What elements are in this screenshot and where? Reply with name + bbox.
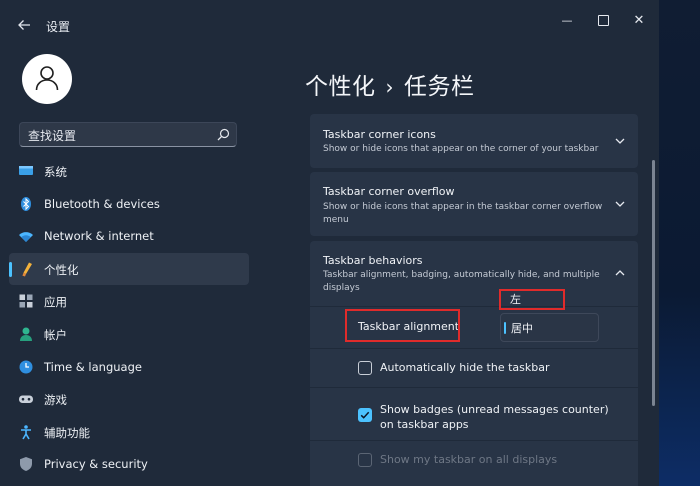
breadcrumb-separator: › — [385, 75, 394, 99]
shield-icon — [20, 457, 32, 472]
sidebar-item-network[interactable]: Network & internet — [9, 220, 249, 253]
card-description: Show or hide icons that appear in the ta… — [323, 202, 603, 225]
breadcrumb-current: 任务栏 — [404, 74, 475, 100]
taskbar-behaviors-card[interactable]: Taskbar behaviors Taskbar alignment, bad… — [310, 241, 638, 306]
minimize-icon: — — [561, 14, 573, 27]
sidebar-item-label: 辅助功能 — [44, 425, 90, 440]
chevron-up-icon — [615, 270, 625, 276]
taskbar-corner-overflow-card[interactable]: Taskbar corner overflow Show or hide ico… — [310, 172, 638, 236]
settings-window: 设置 — ✕ 系统 — [0, 0, 659, 486]
sidebar-item-label: Privacy & security — [44, 457, 148, 472]
card-title: Taskbar behaviors — [323, 254, 423, 267]
all-displays-row: Show my taskbar on all displays — [310, 441, 638, 486]
bluetooth-icon — [21, 196, 31, 211]
brush-icon — [22, 262, 32, 277]
sidebar-item-label: 应用 — [44, 295, 67, 310]
back-button[interactable] — [14, 14, 34, 34]
accessibility-icon — [21, 424, 31, 440]
show-badges-checkbox[interactable] — [358, 408, 372, 422]
sidebar-nav: 系统 Bluetooth & devices Network & interne… — [9, 155, 249, 481]
sidebar-item-time-language[interactable]: Time & language — [9, 351, 249, 384]
sidebar-item-privacy[interactable]: Privacy & security — [9, 448, 249, 481]
apps-icon — [19, 294, 33, 308]
gamepad-icon — [19, 395, 33, 404]
monitor-icon — [19, 166, 33, 175]
sidebar-item-label: Time & language — [44, 359, 142, 374]
all-displays-label: Show my taskbar on all displays — [380, 453, 558, 466]
page-title: 个性化 › 任务栏 — [305, 67, 475, 101]
show-badges-label-line1: Show badges (unread messages counter) — [380, 403, 609, 416]
sidebar-item-apps[interactable]: 应用 — [9, 285, 249, 318]
show-badges-row[interactable]: Show badges (unread messages counter) on… — [310, 388, 638, 440]
scrollbar[interactable] — [652, 160, 655, 406]
show-badges-label-line2: on taskbar apps — [380, 418, 469, 431]
sidebar-item-label: 系统 — [44, 165, 67, 179]
selection-indicator — [9, 261, 12, 277]
auto-hide-label: Automatically hide the taskbar — [380, 361, 550, 374]
sidebar-item-accessibility[interactable]: 辅助功能 — [9, 416, 249, 449]
selected-indicator — [504, 322, 506, 334]
app-title: 设置 — [46, 20, 71, 34]
close-icon: ✕ — [633, 13, 645, 28]
desktop-background — [659, 0, 700, 486]
sidebar-item-bluetooth[interactable]: Bluetooth & devices — [9, 188, 249, 221]
card-description: Show or hide icons that appear on the co… — [323, 144, 599, 154]
sidebar-item-personalization[interactable]: 个性化 — [9, 252, 249, 286]
sidebar-item-label: 个性化 — [44, 262, 79, 277]
sidebar-item-system[interactable]: 系统 — [9, 155, 249, 188]
sidebar-item-label: Network & internet — [44, 229, 154, 244]
maximize-icon — [597, 14, 609, 26]
option-left-highlight — [499, 289, 565, 310]
search-box[interactable] — [19, 122, 237, 148]
card-title: Taskbar corner overflow — [323, 185, 455, 198]
card-description: Taskbar alignment, badging, automaticall… — [323, 270, 600, 293]
chevron-down-icon — [615, 138, 625, 144]
search-icon — [217, 128, 230, 141]
alignment-dropdown[interactable]: 居中 — [500, 313, 599, 342]
sidebar-item-label: Bluetooth & devices — [44, 196, 160, 211]
sidebar-item-gaming[interactable]: 游戏 — [9, 383, 249, 416]
checkmark-icon — [360, 411, 370, 419]
alignment-label-highlight — [345, 309, 460, 342]
avatar[interactable] — [22, 54, 72, 104]
user-icon — [35, 66, 59, 91]
dropdown-option-center[interactable]: 居中 — [511, 320, 533, 336]
sidebar-item-accounts[interactable]: 帐户 — [9, 318, 249, 351]
maximize-button[interactable] — [588, 10, 618, 30]
sidebar-item-label: 帐户 — [44, 327, 67, 342]
globe-clock-icon — [19, 360, 33, 374]
auto-hide-checkbox[interactable] — [358, 361, 372, 375]
chevron-down-icon — [615, 201, 625, 207]
sidebar-item-label: 游戏 — [44, 393, 67, 408]
title-bar: 设置 — ✕ — [0, 0, 659, 46]
breadcrumb-parent[interactable]: 个性化 — [305, 74, 376, 100]
person-icon — [20, 327, 32, 341]
card-title: Taskbar corner icons — [323, 128, 436, 141]
back-arrow-icon — [18, 19, 30, 30]
search-input[interactable] — [20, 123, 220, 148]
minimize-button[interactable]: — — [552, 10, 582, 30]
wifi-icon — [19, 232, 33, 243]
all-displays-checkbox — [358, 453, 372, 467]
taskbar-corner-icons-card[interactable]: Taskbar corner icons Show or hide icons … — [310, 114, 638, 168]
close-button[interactable]: ✕ — [624, 10, 654, 30]
auto-hide-row[interactable]: Automatically hide the taskbar — [310, 349, 638, 387]
